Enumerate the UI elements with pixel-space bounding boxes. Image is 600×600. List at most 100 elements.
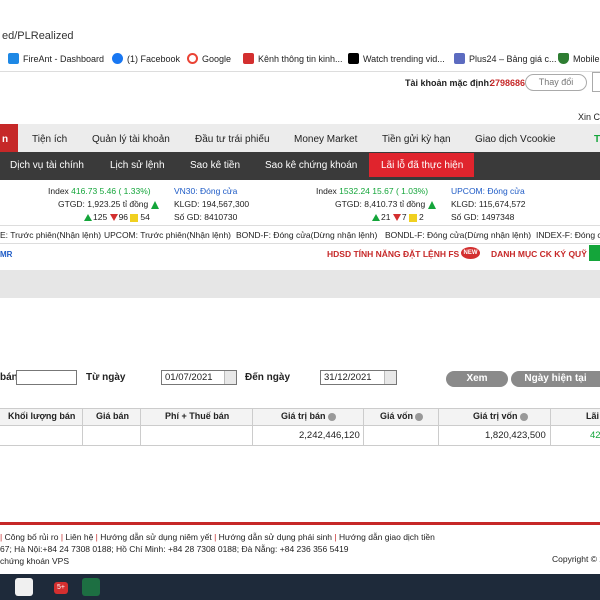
vn30-status: VN30: Đóng cửa	[174, 186, 238, 196]
from-date-label: Từ ngày	[86, 372, 126, 383]
status-hose: E: Trước phiên(Nhận lệnh)	[0, 230, 102, 240]
footer-link-niem-yet[interactable]: Hướng dẫn sử dụng niêm yết	[100, 532, 211, 542]
hose-gtgd: GTGD: 1,923.25 tỉ đồng	[58, 199, 159, 209]
to-date-input[interactable]: 31/12/2021	[320, 370, 397, 385]
vn30-klgd: KLGD: 194,567,300	[174, 199, 250, 209]
col-phi-thue-ban: Phí + Thuế bán	[165, 411, 230, 421]
down-triangle-icon	[392, 214, 401, 222]
info-icon[interactable]	[327, 412, 336, 421]
google-icon	[187, 53, 198, 64]
up-triangle-icon	[372, 214, 380, 222]
footer-copyright: Copyright © 2	[552, 554, 600, 564]
bookmark-facebook[interactable]: (1) Facebook	[112, 53, 180, 64]
page-gray-band	[0, 270, 600, 298]
green-tab[interactable]	[589, 245, 600, 261]
col-lai: Lãi	[586, 411, 600, 421]
today-button[interactable]: Ngày hiện tại	[511, 371, 600, 387]
danh-muc-link[interactable]: DANH MỤC CK KÝ QUỸ	[491, 249, 587, 259]
flat-square-icon	[130, 213, 139, 222]
address-bar[interactable]	[0, 0, 600, 46]
guide-link[interactable]: HDSD TÍNH NĂNG ĐẶT LỆNH FS	[327, 249, 459, 259]
hose-breadth: 125 96 54	[84, 212, 150, 222]
news-icon	[243, 53, 254, 64]
col-gia-tri-von: Giá trị vốn	[473, 411, 528, 421]
footer-link-lien-he[interactable]: Liên hệ	[65, 532, 93, 542]
bookmark-fireant[interactable]: FireAnt - Dashboard	[8, 53, 104, 64]
from-date-input[interactable]: 01/07/2021	[161, 370, 237, 385]
notification-badge: 5+	[54, 582, 68, 594]
calendar-icon[interactable]	[224, 371, 236, 384]
column-divider	[252, 408, 253, 446]
change-account-button[interactable]: Thay đổi	[525, 74, 587, 91]
status-bond-f: BOND-F: Đóng cửa(Dừng nhận lệnh)	[236, 230, 378, 240]
bookmark-news[interactable]: Kênh thông tin kinh...	[243, 53, 343, 64]
facebook-icon	[112, 53, 123, 64]
hnx-breadth: 21 7 2	[372, 212, 424, 222]
arrow-up-icon	[427, 200, 436, 209]
vn30-sogd: Số GD: 8410730	[174, 212, 238, 222]
footer-link-phai-sinh[interactable]: Hướng dẫn sử dụng phái sinh	[219, 532, 332, 542]
col-gia-ban: Giá bán	[96, 411, 130, 421]
footer-link-giao-dich-tien[interactable]: Hướng dẫn giao dịch tiền	[339, 532, 435, 542]
footer-divider	[0, 522, 600, 525]
col-gia-tri-ban: Giá trị bán	[281, 411, 336, 421]
tiktok-icon	[348, 53, 359, 64]
store-icon[interactable]	[15, 578, 33, 596]
bookmark-google[interactable]: Google	[187, 53, 231, 64]
hnx-index: Index 1532.24 15.67 ( 1.03%)	[316, 186, 429, 196]
calendar-icon[interactable]	[384, 371, 396, 384]
main-nav-money-market[interactable]: Money Market	[294, 134, 357, 145]
column-divider	[438, 408, 439, 446]
ticker-left[interactable]: MR	[0, 250, 12, 259]
bookmarks-bar: FireAnt - Dashboard (1) Facebook Google …	[0, 46, 600, 72]
footer-company: chứng khoán VPS	[0, 556, 70, 566]
view-button[interactable]: Xem	[446, 371, 508, 387]
info-icon[interactable]	[415, 412, 424, 421]
info-icon[interactable]	[519, 412, 528, 421]
greeting: Xin C	[578, 112, 600, 122]
main-nav-extra[interactable]: T	[594, 134, 600, 145]
column-divider	[550, 408, 551, 446]
url-text[interactable]: ed/PLRealized	[2, 30, 74, 42]
shield-icon	[558, 53, 569, 64]
account-number: 2798686	[490, 78, 526, 88]
cell-gia-tri-von: 1,820,423,500	[485, 430, 546, 441]
down-triangle-icon	[109, 214, 118, 222]
upcom-klgd: KLGD: 115,674,572	[451, 199, 526, 209]
main-nav-active-tab[interactable]: n	[0, 124, 18, 154]
column-divider	[82, 408, 83, 446]
bookmark-mobile[interactable]: Mobile	[558, 53, 600, 64]
status-index-f: INDEX-F: Đóng c	[536, 230, 600, 240]
to-date-label: Đến ngày	[245, 372, 291, 383]
main-nav-giao-dich-vcookie[interactable]: Giao dịch Vcookie	[475, 134, 556, 145]
upcom-sogd: Số GD: 1497348	[451, 212, 515, 222]
main-nav-quan-ly-tai-khoan[interactable]: Quản lý tài khoản	[92, 134, 170, 145]
main-nav-dau-tu-trai-phieu[interactable]: Đầu tư trái phiếu	[195, 134, 270, 145]
fireant-icon	[8, 53, 19, 64]
sub-nav-lich-su-lenh[interactable]: Lịch sử lệnh	[110, 160, 165, 171]
account-label: Tài khoản mặc định:	[405, 78, 493, 88]
main-nav-tien-ich[interactable]: Tiện ích	[32, 134, 67, 145]
flat-square-icon	[408, 213, 417, 222]
sub-nav-dich-vu-tai-chinh[interactable]: Dịch vụ tài chính	[10, 160, 84, 171]
account-select[interactable]	[592, 72, 600, 92]
sub-nav-lai-lo-da-thuc-hien[interactable]: Lãi lỗ đã thực hiện	[381, 160, 463, 171]
column-divider	[363, 408, 364, 446]
footer-link-cong-bo-rui-ro[interactable]: Công bố rủi ro	[5, 532, 59, 542]
plus24-icon	[454, 53, 465, 64]
sub-nav-sao-ke-tien[interactable]: Sao kê tiền	[190, 160, 240, 171]
ban-input[interactable]	[16, 370, 77, 385]
main-nav-tien-gui-ky-han[interactable]: Tiền gửi kỳ hạn	[382, 134, 451, 145]
sub-nav-sao-ke-chung-khoan[interactable]: Sao kê chứng khoán	[265, 160, 357, 171]
bookmark-tiktok[interactable]: Watch trending vid...	[348, 53, 445, 64]
arrow-up-icon	[150, 200, 159, 209]
upcom-status: UPCOM: Đóng cửa	[451, 186, 525, 196]
new-badge: NEW	[461, 247, 480, 259]
hnx-gtgd: GTGD: 8,410.73 tỉ đồng	[335, 199, 436, 209]
footer-links: | Công bố rủi ro | Liên hệ | Hướng dẫn s…	[0, 532, 435, 542]
excel-icon[interactable]	[82, 578, 100, 596]
col-khoi-luong-ban: Khối lượng bán	[8, 411, 76, 421]
bookmark-plus24[interactable]: Plus24 – Bảng giá c...	[454, 53, 557, 64]
status-bondl-f: BONDL-F: Đóng cửa(Dừng nhận lệnh)	[385, 230, 532, 240]
col-gia-von: Giá vốn	[380, 411, 424, 421]
